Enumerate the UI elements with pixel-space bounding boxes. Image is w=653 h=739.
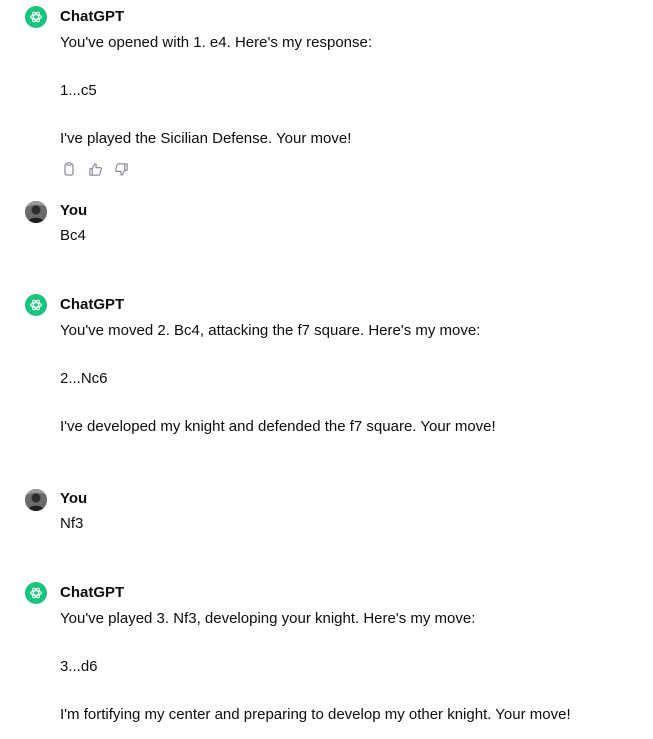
chatgpt-avatar (25, 582, 47, 604)
message-author: ChatGPT (60, 296, 125, 313)
message-text: Bc4 (60, 227, 86, 244)
message-text: 1...c5 (60, 82, 97, 99)
openai-logo-icon (30, 11, 42, 23)
message-text: You've played 3. Nf3, developing your kn… (60, 610, 476, 627)
openai-logo-icon (30, 299, 42, 311)
message-text: 2...Nc6 (60, 370, 108, 387)
message-text: I've played the Sicilian Defense. Your m… (60, 130, 352, 147)
thumbs-up-icon (88, 162, 102, 176)
thumbs-up-button[interactable] (86, 160, 104, 178)
user-avatar (25, 489, 47, 511)
message-text: You've moved 2. Bc4, attacking the f7 sq… (60, 322, 481, 339)
message-text: Nf3 (60, 515, 84, 532)
message-author: You (60, 490, 88, 507)
copy-icon (64, 162, 74, 176)
message-text: I'm fortifying my center and preparing t… (60, 706, 571, 723)
thumbs-down-button[interactable] (112, 160, 130, 178)
user-avatar (25, 201, 47, 223)
chat-transcript: ChatGPT You've opened with 1. e4. Here's… (0, 0, 653, 739)
message-author: You (60, 202, 88, 219)
thumbs-down-icon (114, 162, 128, 176)
message-text: 3...d6 (60, 658, 98, 675)
message-author: ChatGPT (60, 8, 125, 25)
user-photo-icon (25, 201, 47, 223)
chatgpt-avatar (25, 294, 47, 316)
user-photo-icon (25, 489, 47, 511)
message-author: ChatGPT (60, 584, 125, 601)
openai-logo-icon (30, 587, 42, 599)
message-text: You've opened with 1. e4. Here's my resp… (60, 34, 373, 51)
message-actions (60, 160, 130, 178)
message-text: I've developed my knight and defended th… (60, 418, 496, 435)
copy-button[interactable] (60, 160, 78, 178)
chatgpt-avatar (25, 6, 47, 28)
